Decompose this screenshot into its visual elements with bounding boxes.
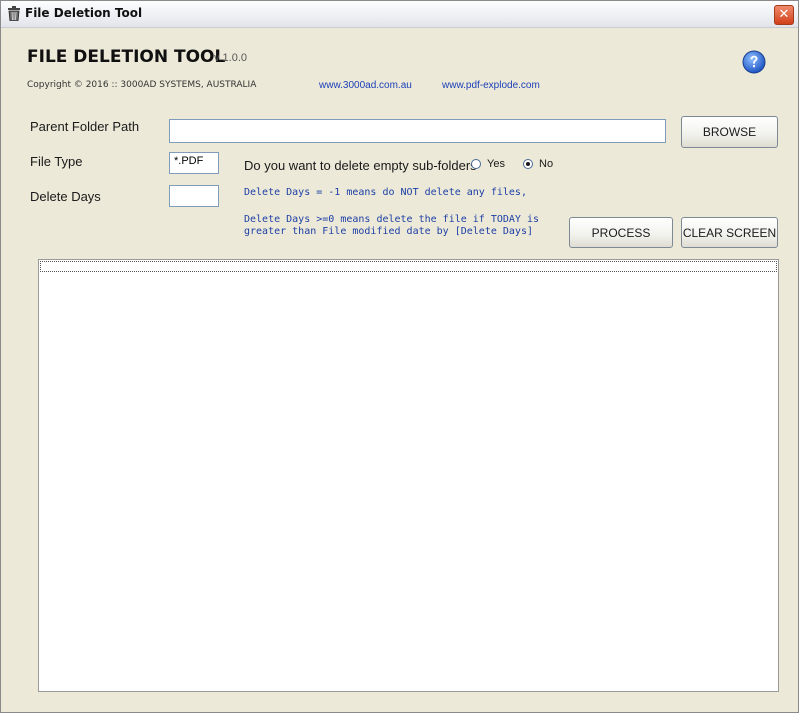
website-link-pdf-explode[interactable]: www.pdf-explode.com [442, 80, 540, 91]
note-2-line-1: Delete Days >=0 means delete the file if… [244, 214, 540, 225]
parent-folder-input[interactable] [169, 119, 666, 143]
copyright-text: Copyright © 2016 :: 3000AD SYSTEMS, AUST… [27, 80, 257, 90]
radio-no[interactable] [523, 159, 533, 169]
website-link-3000ad[interactable]: www.3000ad.com.au [319, 80, 412, 91]
parent-folder-label: Parent Folder Path [30, 119, 140, 134]
file-type-label: File Type [30, 154, 83, 169]
window-title: File Deletion Tool [25, 6, 143, 20]
process-button[interactable]: PROCESS [569, 217, 673, 248]
radio-yes[interactable] [471, 159, 481, 169]
app-window: File Deletion Tool ✕ FILE DELETION TOOL … [0, 0, 799, 713]
close-button[interactable]: ✕ [774, 5, 794, 25]
file-type-input[interactable]: *.PDF [169, 152, 219, 174]
radio-no-option[interactable]: No [523, 158, 553, 170]
title-bar[interactable]: File Deletion Tool ✕ [1, 1, 798, 28]
browse-button[interactable]: BROWSE [681, 116, 778, 148]
delete-days-input[interactable] [169, 185, 219, 207]
radio-no-label: No [539, 158, 554, 170]
clear-screen-button[interactable]: CLEAR SCREEN [681, 217, 778, 248]
version-label: v 1.0.0 [214, 52, 248, 64]
radio-yes-option[interactable]: Yes [471, 158, 505, 170]
delete-days-note-2: Delete Days >=0 means delete the file if… [244, 214, 539, 238]
delete-days-label: Delete Days [30, 189, 101, 204]
app-title: FILE DELETION TOOL [27, 47, 226, 67]
close-icon: ✕ [778, 7, 790, 22]
output-listbox[interactable] [38, 259, 779, 692]
output-selection-row[interactable] [40, 261, 777, 272]
help-icon[interactable] [742, 50, 766, 74]
delete-days-note-1: Delete Days = -1 means do NOT delete any… [244, 187, 527, 199]
subfolder-question: Do you want to delete empty sub-folders [244, 158, 477, 173]
client-area: FILE DELETION TOOL v 1.0.0 Copyright © 2… [1, 28, 798, 712]
note-1-text: Delete Days = -1 means do NOT delete any… [244, 187, 527, 198]
radio-yes-label: Yes [487, 158, 505, 170]
trash-can-icon [8, 6, 20, 21]
note-2-line-2: greater than File modified date by [Dele… [244, 226, 533, 237]
